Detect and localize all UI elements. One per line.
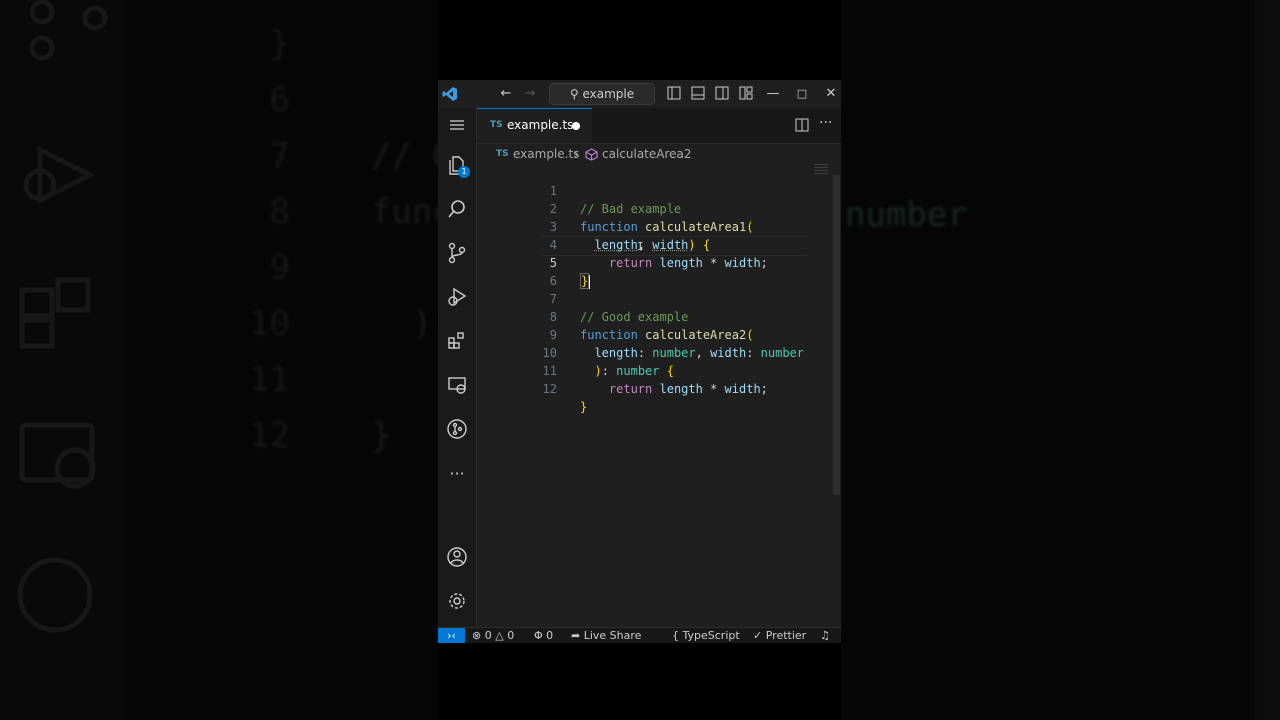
search-icon: ⚲: [569, 87, 579, 101]
code-editor[interactable]: 1 // Bad example 2 function calculateAre…: [477, 164, 841, 627]
toggle-panel-icon[interactable]: [690, 86, 706, 102]
minimap[interactable]: [814, 164, 828, 174]
remote-explorer-icon[interactable]: [444, 372, 470, 398]
breadcrumb-chevron-icon: ›: [574, 147, 579, 161]
braces-icon: {: [672, 629, 679, 642]
warning-icon: △: [495, 629, 504, 642]
tab-label: example.ts: [507, 118, 574, 132]
more-actions-icon[interactable]: ···: [819, 115, 832, 131]
ports-indicator[interactable]: Φ 0: [534, 628, 553, 643]
vscode-logo-icon: [442, 86, 458, 102]
editor-tab-bar: TS example.ts ···: [477, 108, 841, 144]
keyword: return: [608, 382, 653, 396]
status-bar: ›‹ ⊗ 0 △ 0 Φ 0 ➦ Live Share { TypeScript…: [438, 627, 841, 643]
code-line: 1 // Bad example: [477, 164, 832, 216]
customize-layout-icon[interactable]: [738, 86, 754, 102]
prettier-button[interactable]: ✓ Prettier: [753, 628, 806, 643]
toggle-primary-sidebar-icon[interactable]: [666, 86, 682, 102]
prettier-label: Prettier: [765, 629, 807, 642]
language-label: TypeScript: [682, 629, 740, 642]
breadcrumb-file[interactable]: example.ts: [513, 144, 579, 164]
code-line: 2 function calculateArea1(: [477, 182, 832, 234]
explorer-icon[interactable]: 1: [444, 152, 470, 178]
extensions-icon[interactable]: [444, 328, 470, 354]
live-share-icon: ➦: [571, 629, 581, 642]
git-graph-icon[interactable]: [444, 416, 470, 442]
vertical-scrollbar[interactable]: [833, 175, 840, 495]
problems-indicator[interactable]: ⊗ 0 △ 0: [472, 628, 514, 643]
accounts-icon[interactable]: [444, 544, 470, 570]
code-line: 10 ): number {: [477, 326, 832, 378]
breadcrumb-ts-icon: TS: [496, 149, 509, 159]
search-text: example: [582, 87, 635, 101]
title-bar: ← → ⚲ example — □ ✕: [438, 80, 841, 108]
typescript-file-icon: TS: [490, 120, 503, 130]
code-line: 8 function calculateArea2(: [477, 290, 832, 342]
run-debug-icon[interactable]: [444, 284, 470, 310]
identifier: width: [724, 382, 761, 396]
search-view-icon[interactable]: [444, 196, 470, 222]
breadcrumb: TS example.ts › calculateArea2: [477, 144, 841, 164]
notifications-bell-icon[interactable]: ♫: [820, 628, 830, 643]
split-editor-icon[interactable]: [795, 117, 809, 136]
ports-icon: Φ: [534, 629, 543, 642]
source-control-icon[interactable]: [444, 240, 470, 266]
code-line: 9 length: number, width: number: [477, 308, 832, 360]
error-icon: ⊗: [472, 629, 482, 642]
error-count: 0: [484, 629, 492, 642]
warning-count: 0: [507, 629, 515, 642]
tab-example-ts[interactable]: TS example.ts: [477, 108, 592, 143]
double-check-icon: ✓: [753, 629, 763, 642]
code-line: 7 // Good example: [477, 272, 832, 324]
live-share-label: Live Share: [583, 629, 642, 642]
more-views-icon[interactable]: ···: [444, 460, 470, 486]
settings-gear-icon[interactable]: [444, 588, 470, 614]
code-line: 12 }: [477, 362, 832, 414]
menu-icon[interactable]: [444, 112, 470, 138]
line-number: 12: [542, 382, 557, 396]
close-icon[interactable]: ✕: [823, 86, 839, 102]
forward-arrow-icon[interactable]: →: [522, 86, 538, 102]
breadcrumb-symbol[interactable]: calculateArea2: [602, 144, 692, 164]
code-line: 5 } I: [477, 236, 832, 289]
unsaved-dot-icon[interactable]: [572, 122, 580, 130]
identifier: length: [659, 382, 703, 396]
maximize-icon[interactable]: □: [794, 86, 810, 102]
minimize-icon[interactable]: —: [765, 86, 781, 102]
activity-bar: 1 ···: [438, 108, 477, 627]
ports-count: 0: [546, 629, 554, 642]
toggle-secondary-sidebar-icon[interactable]: [714, 86, 730, 102]
code-line: 4 return length * width;: [477, 218, 832, 270]
vscode-window: ← → ⚲ example — □ ✕ 1 ··· TS example.ts …: [438, 80, 841, 643]
code-line: 6: [477, 254, 832, 288]
language-mode-button[interactable]: { TypeScript: [672, 628, 740, 643]
command-center-search[interactable]: ⚲ example: [549, 83, 655, 105]
remote-indicator-icon[interactable]: ›‹: [438, 628, 465, 643]
code-line: 3 length, width) {: [477, 200, 832, 252]
explorer-badge: 1: [458, 166, 470, 178]
live-share-button[interactable]: ➦ Live Share: [571, 628, 641, 643]
back-arrow-icon[interactable]: ←: [498, 86, 514, 102]
code-line: 11 return length * width;: [477, 344, 832, 396]
